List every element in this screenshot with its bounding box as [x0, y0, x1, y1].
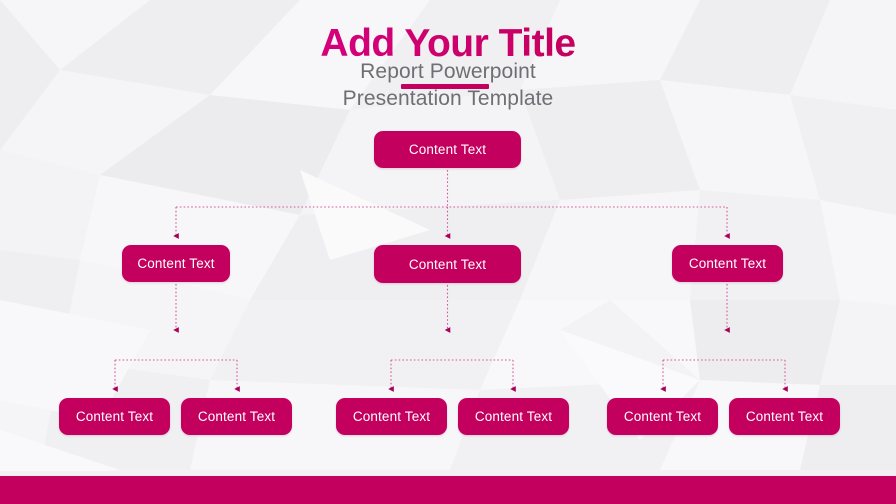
node-mid-right[interactable]: Content Text [672, 245, 783, 282]
node-mid-center[interactable]: Content Text [374, 245, 521, 283]
node-mid-left[interactable]: Content Text [122, 245, 230, 282]
node-leaf-1[interactable]: Content Text [59, 398, 170, 435]
node-leaf-2[interactable]: Content Text [181, 398, 292, 435]
node-root[interactable]: Content Text [374, 131, 521, 168]
node-leaf-6[interactable]: Content Text [729, 398, 840, 435]
node-leaf-5[interactable]: Content Text [607, 398, 718, 435]
slide-canvas: Add Your Title Report Powerpoint Present… [0, 0, 896, 504]
node-leaf-4[interactable]: Content Text [458, 398, 569, 435]
title-underline-accent [401, 84, 489, 89]
slide-content: Add Your Title Report Powerpoint Present… [0, 0, 896, 504]
footer-accent-bar [0, 476, 896, 504]
subtitle-line-1: Report Powerpoint [360, 60, 536, 83]
node-leaf-3[interactable]: Content Text [336, 398, 447, 435]
subtitle-line-2: Presentation Template [342, 87, 554, 110]
